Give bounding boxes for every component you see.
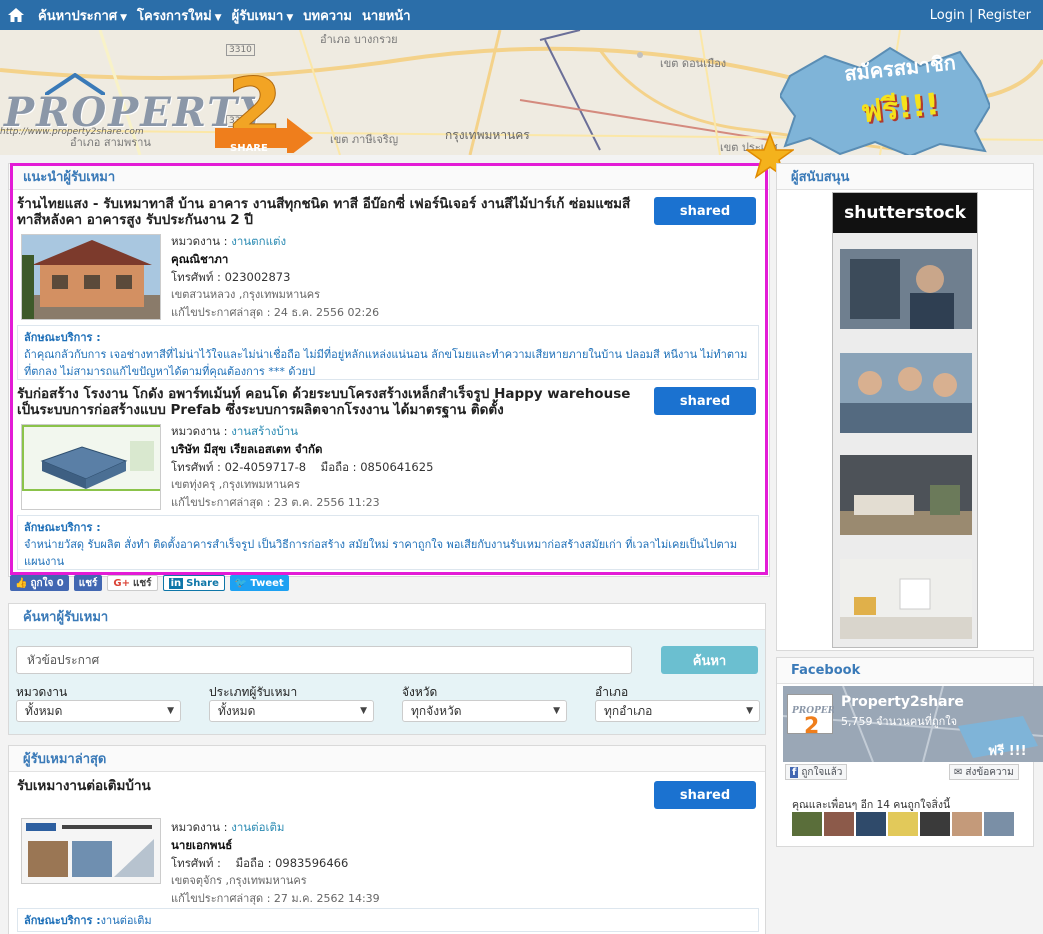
site-logo[interactable]: PROPERTY http://www.property2share.com 2… [0, 55, 320, 154]
nav-articles[interactable]: บทความ [303, 5, 352, 26]
map-label: เขต ภาษีเจริญ [330, 133, 399, 146]
message-icon: ✉ [954, 766, 963, 778]
listing-card: รับเหมางานต่อเติมบ้าน shared หมวดงาน : ง… [9, 778, 765, 934]
sponsor-ad[interactable]: shutterstock [832, 192, 978, 648]
phone-text: โทรศัพท์ : [171, 856, 221, 870]
thumbs-up-icon: 👍 [15, 577, 28, 589]
avatar[interactable] [888, 812, 918, 836]
province-select[interactable]: ทุกจังหวัด ▼ [402, 700, 567, 722]
twitter-icon: 🐦 [234, 577, 248, 589]
dropdown-arrow-icon: ▼ [360, 706, 367, 716]
nav-new-projects[interactable]: โครงการใหม่ ▼ [137, 5, 222, 26]
facebook-share-button[interactable]: แชร์ [73, 575, 103, 591]
avatar[interactable] [984, 812, 1014, 836]
service-text: งานต่อเติม [100, 914, 152, 927]
nav-contractors[interactable]: ผู้รับเหมา ▼ [232, 5, 294, 26]
panel-title: ค้นหาผู้รับเหมา [9, 604, 765, 630]
avatar[interactable] [824, 812, 854, 836]
linkedin-share-button[interactable]: in Share [162, 575, 225, 591]
logo-badge: SHARE [230, 143, 268, 154]
facebook-friend-avatars [792, 812, 1014, 836]
home-icon[interactable] [4, 0, 28, 30]
search-button[interactable]: ค้นหา [661, 646, 758, 674]
service-box: ลักษณะบริการ :งานต่อเติม [17, 908, 759, 932]
logo-url: http://www.property2share.com [0, 127, 144, 137]
svg-text:2: 2 [804, 714, 819, 735]
logo-two-arrow: 2 [215, 73, 313, 153]
nav-brokers[interactable]: นายหน้า [362, 5, 411, 26]
listing-thumbnail[interactable] [21, 818, 161, 884]
cover-free-text: ฟรี !!! [988, 744, 1027, 759]
listing-title[interactable]: รับเหมางานต่อเติมบ้าน [17, 778, 637, 794]
dropdown-arrow-icon: ▼ [553, 706, 560, 716]
linkedin-icon: in [168, 577, 184, 589]
facebook-icon: f [790, 766, 799, 778]
map-label: อำเภอ บางกรวย [320, 33, 398, 46]
facebook-friends-text: คุณและเพื่อนๆ อีก 14 คนถูกใจสิ่งนี้ [792, 799, 951, 811]
facebook-panel: Facebook PROPERTY2 Property2share 5,759 … [776, 657, 1043, 847]
shared-button[interactable]: shared [654, 781, 756, 809]
caret-down-icon: ▼ [286, 12, 294, 23]
ad-image [840, 249, 972, 329]
highlight-frame [10, 163, 768, 575]
search-panel: ค้นหาผู้รับเหมา หัวข้อประกาศ ค้นหา หมวดง… [8, 603, 766, 735]
dropdown-arrow-icon: ▼ [746, 706, 753, 716]
facebook-like-button[interactable]: 👍 ถูกใจ 0 [10, 575, 69, 591]
sponsor-panel: ผู้สนับสนุน shutterstock [776, 163, 1034, 651]
listing-info: หมวดงาน : งานต่อเติม นายเอกพนธ์ โทรศัพท์… [171, 818, 380, 908]
login-register-link[interactable]: Login | Register [930, 8, 1031, 23]
google-plus-share-button[interactable]: G+ แชร์ [107, 575, 158, 591]
ad-image [840, 559, 972, 639]
facebook-page-cover[interactable]: PROPERTY2 Property2share 5,759 จำนวนคนที… [783, 686, 1043, 762]
avatar[interactable] [920, 812, 950, 836]
category-label: หมวดงาน : [171, 820, 232, 834]
facebook-like-count: 5,759 จำนวนคนที่ถูกใจ [841, 715, 958, 728]
avatar[interactable] [792, 812, 822, 836]
tweet-button[interactable]: 🐦 Tweet [229, 575, 289, 591]
panel-title: ผู้รับเหมาล่าสุด [9, 746, 765, 772]
latest-contractors-panel: ผู้รับเหมาล่าสุด รับเหมางานต่อเติมบ้าน s… [8, 745, 766, 934]
panel-title: ผู้สนับสนุน [777, 164, 1033, 190]
ad-brand: shutterstock [833, 193, 977, 233]
facebook-page-avatar: PROPERTY2 [787, 694, 850, 739]
map-label: กรุงเทพมหานคร [445, 128, 530, 142]
contractor-name[interactable]: นายเอกพนธ์ [171, 836, 380, 854]
updated-text: แก้ไขประกาศล่าสุด : 27 ม.ค. 2562 14:39 [171, 892, 380, 905]
caret-down-icon: ▼ [120, 12, 128, 23]
panel-title: Facebook [777, 658, 1033, 684]
category-select[interactable]: ทั้งหมด ▼ [16, 700, 181, 722]
facebook-page-name[interactable]: Property2share [841, 694, 964, 710]
dropdown-arrow-icon: ▼ [167, 706, 174, 716]
district-select[interactable]: ทุกอำเภอ ▼ [595, 700, 760, 722]
google-plus-icon: G+ [113, 577, 130, 589]
avatar[interactable] [952, 812, 982, 836]
mobile-text: มือถือ : 0983596466 [235, 856, 349, 870]
contractor-type-select[interactable]: ทั้งหมด ▼ [209, 700, 374, 722]
nav-search-listings[interactable]: ค้นหาประกาศ ▼ [38, 5, 127, 26]
caret-down-icon: ▼ [214, 12, 222, 23]
ad-image [840, 353, 972, 433]
facebook-liked-button[interactable]: f ถูกใจแล้ว [785, 764, 848, 780]
facebook-message-button[interactable]: ✉ ส่งข้อความ [949, 764, 1019, 780]
social-share-bar: 👍 ถูกใจ 0 แชร์ G+ แชร์ in Share 🐦 Tweet [10, 573, 289, 593]
location-text: เขตจตุจักร ,กรุงเทพมหานคร [171, 874, 307, 887]
search-input[interactable]: หัวข้อประกาศ [16, 646, 632, 674]
avatar[interactable] [856, 812, 886, 836]
map-label: เขต ดอนเมือง [660, 57, 727, 70]
service-label: ลักษณะบริการ : [24, 914, 101, 927]
top-navbar: ค้นหาประกาศ ▼ โครงการใหม่ ▼ ผู้รับเหมา ▼ บท… [0, 0, 1043, 30]
header-banner: อำเภอ บางกรวย อำเภอ สามพราน กรุงเทพมหานค… [0, 30, 1043, 155]
ad-image [840, 455, 972, 535]
category-link[interactable]: งานต่อเติม [231, 820, 284, 834]
